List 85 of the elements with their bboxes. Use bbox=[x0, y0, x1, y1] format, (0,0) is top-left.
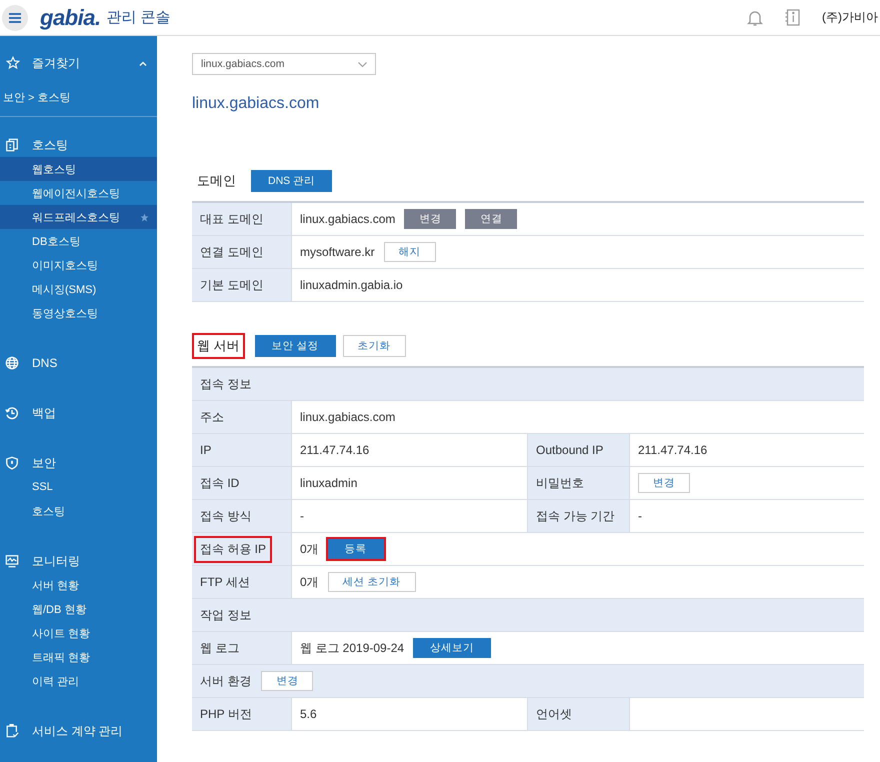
field-label: 접속 ID bbox=[199, 474, 240, 492]
shield-icon bbox=[5, 456, 19, 470]
field-label: 언어셋 bbox=[535, 706, 573, 722]
nav-item[interactable]: 웹/DB 현황 bbox=[0, 597, 157, 621]
field-label: 접속 가능 기간 bbox=[535, 508, 616, 524]
field-value: 5.6 bbox=[300, 707, 317, 721]
nav-item[interactable]: 트래픽 현황 bbox=[0, 645, 157, 669]
star-icon bbox=[6, 56, 20, 70]
nav-item[interactable]: 동영상호스팅 bbox=[0, 301, 157, 325]
nav-item[interactable]: 사이트 현황 bbox=[0, 621, 157, 645]
field-value: linux.gabiacs.com bbox=[300, 410, 396, 424]
app-title: 관리 콘솔 bbox=[106, 8, 171, 27]
nav-group-title[interactable]: 백업 bbox=[32, 404, 56, 422]
field-label: PHP 버전 bbox=[199, 706, 253, 722]
menu-button[interactable] bbox=[2, 4, 28, 30]
caret-icon bbox=[358, 62, 367, 66]
nav-item[interactable]: 서버 현황 bbox=[0, 573, 157, 597]
outline-button[interactable]: 변경 bbox=[261, 671, 314, 691]
breadcrumb[interactable]: 보안 > 호스팅 bbox=[0, 76, 157, 104]
favorites-title[interactable]: 즐겨찾기 bbox=[32, 54, 139, 72]
chevron-icon[interactable] bbox=[139, 60, 147, 66]
nav-item[interactable]: 메시징(SMS) bbox=[0, 277, 157, 301]
field-label: IP bbox=[199, 442, 212, 459]
action-button[interactable]: 상세보기 bbox=[413, 638, 492, 658]
monitor-icon bbox=[5, 554, 19, 568]
nav-group-title[interactable]: 모니터링 bbox=[32, 552, 80, 570]
info-icon[interactable] bbox=[785, 9, 800, 26]
field-value: mysoftware.kr bbox=[300, 245, 375, 259]
history-icon bbox=[5, 406, 19, 420]
action-button[interactable]: DNS 관리 bbox=[251, 170, 332, 192]
section-title: 도메인 bbox=[196, 172, 237, 190]
field-label: 접속 허용 IP bbox=[194, 536, 272, 562]
globe-icon bbox=[5, 356, 19, 370]
outline-button[interactable]: 해지 bbox=[384, 242, 436, 262]
site-dropdown[interactable]: linux.gabiacs.com bbox=[192, 53, 376, 75]
field-value: - bbox=[300, 509, 304, 523]
group-title: 접속 정보 bbox=[200, 376, 252, 392]
field-value: linuxadmin bbox=[300, 476, 358, 490]
field-label: 접속 방식 bbox=[199, 508, 252, 524]
action-button[interactable]: 등록 bbox=[328, 539, 384, 559]
section-title: 웹 서버 bbox=[192, 333, 245, 359]
field-value: - bbox=[638, 509, 642, 523]
field-value: 0개 bbox=[300, 540, 319, 558]
field-label: 주소 bbox=[199, 408, 225, 426]
pages-icon bbox=[5, 138, 19, 152]
menu-icon bbox=[9, 12, 21, 22]
nav-group-title[interactable]: 호스팅 bbox=[32, 136, 68, 154]
field-value: 웹 로그 2019-09-24 bbox=[300, 640, 404, 656]
nav-item[interactable]: 호스팅 bbox=[0, 499, 157, 523]
outline-button[interactable]: 변경 bbox=[638, 473, 690, 493]
field-value: 211.47.74.16 bbox=[638, 443, 708, 457]
field-label: 대표 도메인 bbox=[199, 210, 264, 228]
nav-group-title[interactable]: 보안 bbox=[32, 454, 56, 472]
nav-item[interactable]: SSL bbox=[0, 475, 157, 499]
field-label: 웹 로그 bbox=[199, 640, 240, 656]
group-title: 서버 환경 bbox=[200, 672, 252, 690]
field-value: linuxadmin.gabia.io bbox=[300, 278, 403, 292]
nav-item[interactable]: 이력 관리 bbox=[0, 669, 157, 693]
account-name[interactable]: (주)가비아 bbox=[822, 9, 880, 26]
field-label: 비밀번호 bbox=[535, 474, 585, 492]
field-label: Outbound IP bbox=[535, 442, 604, 459]
secondary-button[interactable]: 연결 bbox=[465, 209, 518, 229]
logo[interactable]: gabia. bbox=[40, 4, 101, 30]
group-title: 작업 정보 bbox=[200, 606, 252, 624]
clipboard-icon bbox=[5, 724, 19, 738]
nav-group-title[interactable]: 서비스 계약 관리 bbox=[32, 722, 123, 740]
action-button[interactable]: 보안 설정 bbox=[254, 335, 336, 357]
field-value: 0개 bbox=[300, 574, 319, 590]
site-title: linux.gabiacs.com bbox=[192, 95, 320, 114]
star-icon[interactable] bbox=[140, 212, 149, 222]
field-label: FTP 세션 bbox=[199, 574, 251, 590]
field-label: 기본 도메인 bbox=[199, 276, 264, 294]
field-label: 연결 도메인 bbox=[199, 244, 264, 260]
nav-item[interactable]: 웹호스팅 bbox=[0, 157, 157, 181]
outline-button[interactable]: 세션 초기화 bbox=[328, 572, 416, 592]
nav-item[interactable]: DB호스팅 bbox=[0, 229, 157, 253]
nav-item[interactable]: 웹에이전시호스팅 bbox=[0, 181, 157, 205]
outline-button[interactable]: 초기화 bbox=[342, 335, 406, 357]
nav-item[interactable]: 이미지호스팅 bbox=[0, 253, 157, 277]
secondary-button[interactable]: 변경 bbox=[404, 209, 456, 229]
bell-icon[interactable] bbox=[747, 8, 763, 26]
nav-item[interactable]: 워드프레스호스팅 bbox=[0, 205, 157, 229]
field-value: linux.gabiacs.com bbox=[300, 212, 396, 226]
field-value: 211.47.74.16 bbox=[300, 443, 370, 457]
nav-group-title[interactable]: DNS bbox=[32, 356, 58, 370]
